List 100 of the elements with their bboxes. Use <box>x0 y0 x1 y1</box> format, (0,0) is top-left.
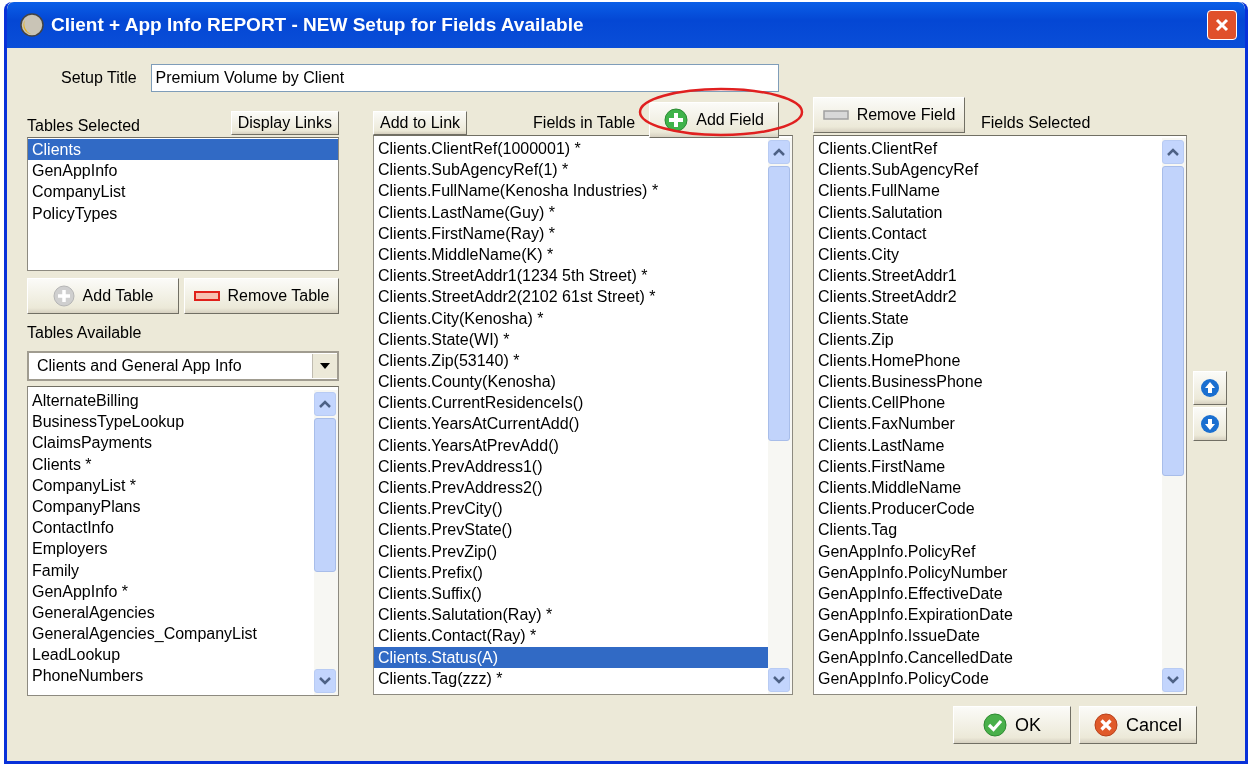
plus-icon <box>52 285 75 307</box>
setup-title-field[interactable]: Premium Volume by Client <box>150 64 779 92</box>
arrow-down-icon <box>1200 414 1220 434</box>
list-item[interactable]: Clients.BusinessPhone <box>814 371 1162 393</box>
scroll-down-button[interactable] <box>314 669 336 693</box>
list-item[interactable]: Clients.PrevAddress1() <box>374 455 768 477</box>
list-item[interactable]: Clients.Prefix() <box>374 561 768 583</box>
list-item[interactable]: Clients.ClientRef <box>814 138 1162 160</box>
list-item[interactable]: GenAppInfo.PolicyNumber <box>814 561 1162 583</box>
window-title: Client + App Info REPORT - NEW Setup for Fields Available <box>51 14 585 36</box>
minus-bar-icon <box>822 110 849 120</box>
list-item[interactable]: Clients.HomePhone <box>814 349 1162 372</box>
list-item[interactable]: Clients.LastName <box>814 434 1162 456</box>
tables-selected-label: Tables Selected <box>27 117 140 135</box>
list-item[interactable]: Clients.Salutation <box>814 201 1162 223</box>
list-item[interactable]: GenAppInfo.PolicyRef <box>814 540 1162 562</box>
add-table-button[interactable]: Add Table <box>27 278 179 314</box>
list-item[interactable]: AlternateBilling <box>28 390 314 412</box>
list-item[interactable]: PolicyTypes <box>28 202 338 224</box>
list-item[interactable]: GenAppInfo.CancelledDate <box>814 646 1162 668</box>
list-item[interactable]: CompanyList <box>28 181 338 203</box>
move-up-button[interactable] <box>1193 371 1227 405</box>
scroll-thumb[interactable] <box>1162 166 1184 476</box>
list-item[interactable]: GeneralAgencies_CompanyList <box>28 623 314 645</box>
list-item[interactable]: Clients.Zip(53140) * <box>374 349 768 372</box>
list-item[interactable]: Clients.Salutation(Ray) * <box>374 604 768 626</box>
list-item[interactable]: BusinessTypeLookup <box>28 411 314 433</box>
list-item[interactable]: Clients.LastName(Guy) * <box>374 201 768 223</box>
list-item[interactable]: GenAppInfo.IssueDate <box>814 625 1162 647</box>
list-item[interactable]: GenAppInfo <box>28 160 338 182</box>
cancel-button[interactable]: Cancel <box>1079 706 1197 744</box>
list-item[interactable]: CompanyList * <box>28 474 314 496</box>
list-item[interactable]: Clients.YearsAtPrevAdd() <box>374 434 768 456</box>
tables-dropdown[interactable]: Clients and General App Info <box>27 351 339 381</box>
list-item[interactable]: Clients.ClientRef(1000001) * <box>374 138 768 160</box>
scroll-thumb[interactable] <box>314 418 336 573</box>
close-button[interactable] <box>1207 10 1237 40</box>
list-item[interactable]: PhoneNumbers <box>28 665 314 687</box>
list-item[interactable]: Clients.City <box>814 243 1162 266</box>
scroll-up-button[interactable] <box>1162 140 1184 164</box>
ok-button[interactable]: OK <box>953 706 1071 744</box>
list-item[interactable]: Clients.StreetAddr1(1234 5th Street) * <box>374 265 768 287</box>
list-item[interactable]: Clients.Status(A) <box>374 646 768 668</box>
chevron-up-icon <box>1167 148 1179 156</box>
list-item[interactable]: Clients.StreetAddr2 <box>814 286 1162 308</box>
scroll-thumb[interactable] <box>768 166 790 441</box>
list-item[interactable]: Clients.PrevAddress2() <box>374 477 768 499</box>
list-item[interactable]: Clients.ProducerCode <box>814 498 1162 520</box>
list-item[interactable]: GeneralAgencies <box>28 601 314 624</box>
list-item[interactable]: Clients.FirstName <box>814 455 1162 477</box>
list-item[interactable]: Clients.FirstName(Ray) * <box>374 222 768 244</box>
list-item[interactable]: ClaimsPayments <box>28 432 314 454</box>
list-item[interactable]: Clients.Tag <box>814 519 1162 541</box>
list-item[interactable]: Employers <box>28 538 314 560</box>
list-item[interactable]: Clients.FullName(Kenosha Industries) * <box>374 180 768 202</box>
list-item[interactable]: Family <box>28 559 314 581</box>
remove-table-button[interactable]: Remove Table <box>184 278 339 314</box>
list-item[interactable]: Clients.State <box>814 307 1162 329</box>
list-item[interactable]: Clients.State(WI) * <box>374 328 768 350</box>
list-item[interactable]: Clients.City(Kenosha) * <box>374 307 768 329</box>
list-item[interactable]: GenAppInfo.ExpirationDate <box>814 604 1162 626</box>
list-item[interactable]: Clients <box>28 139 338 161</box>
remove-field-button[interactable]: Remove Field <box>813 97 965 133</box>
list-item[interactable]: Clients.CellPhone <box>814 392 1162 414</box>
list-item[interactable]: Clients.MiddleName <box>814 477 1162 499</box>
list-item[interactable]: Clients.PrevState() <box>374 519 768 541</box>
list-item[interactable]: Clients.Zip <box>814 328 1162 350</box>
list-item[interactable]: Clients.SubAgencyRef <box>814 159 1162 181</box>
list-item[interactable]: GenAppInfo.EffectiveDate <box>814 582 1162 605</box>
display-links-button[interactable]: Display Links <box>230 111 339 135</box>
scroll-up-button[interactable] <box>768 140 790 164</box>
list-item[interactable]: Clients.MiddleName(K) * <box>374 243 768 266</box>
move-down-button[interactable] <box>1193 407 1227 441</box>
list-item[interactable]: Clients.StreetAddr2(2102 61st Street) * <box>374 286 768 308</box>
list-item[interactable]: CompanyPlans <box>28 495 314 518</box>
list-item[interactable]: LeadLookup <box>28 644 314 666</box>
list-item[interactable]: Clients * <box>28 453 314 475</box>
list-item[interactable]: Clients.SubAgencyRef(1) * <box>374 159 768 181</box>
list-item[interactable]: Clients.PrevCity() <box>374 498 768 520</box>
list-item[interactable]: Clients.Contact <box>814 222 1162 244</box>
list-item[interactable]: Clients.StreetAddr1 <box>814 265 1162 287</box>
scroll-up-button[interactable] <box>314 392 336 416</box>
add-to-link-button[interactable]: Add to Link <box>373 111 468 135</box>
add-field-button[interactable]: Add Field <box>649 102 780 138</box>
list-item[interactable]: Clients.Tag(zzz) * <box>374 667 768 689</box>
list-item[interactable]: GenAppInfo * <box>28 580 314 602</box>
list-item[interactable]: Clients.PrevZip() <box>374 540 768 562</box>
list-item[interactable]: ContactInfo <box>28 517 314 539</box>
scroll-down-button[interactable] <box>768 668 790 692</box>
list-item[interactable]: Clients.Contact(Ray) * <box>374 625 768 647</box>
list-item[interactable]: Clients.FullName <box>814 180 1162 202</box>
list-item[interactable]: Clients.YearsAtCurrentAdd() <box>374 413 768 435</box>
list-item[interactable]: GenAppInfo.PolicyCode <box>814 667 1162 689</box>
plus-icon <box>664 108 689 132</box>
list-item[interactable]: Clients.FaxNumber <box>814 413 1162 435</box>
scroll-down-button[interactable] <box>1162 668 1184 692</box>
chevron-down-icon <box>773 676 785 684</box>
list-item[interactable]: Clients.County(Kenosha) <box>374 371 768 393</box>
list-item[interactable]: Clients.Suffix() <box>374 582 768 605</box>
list-item[interactable]: Clients.CurrentResidenceIs() <box>374 392 768 414</box>
